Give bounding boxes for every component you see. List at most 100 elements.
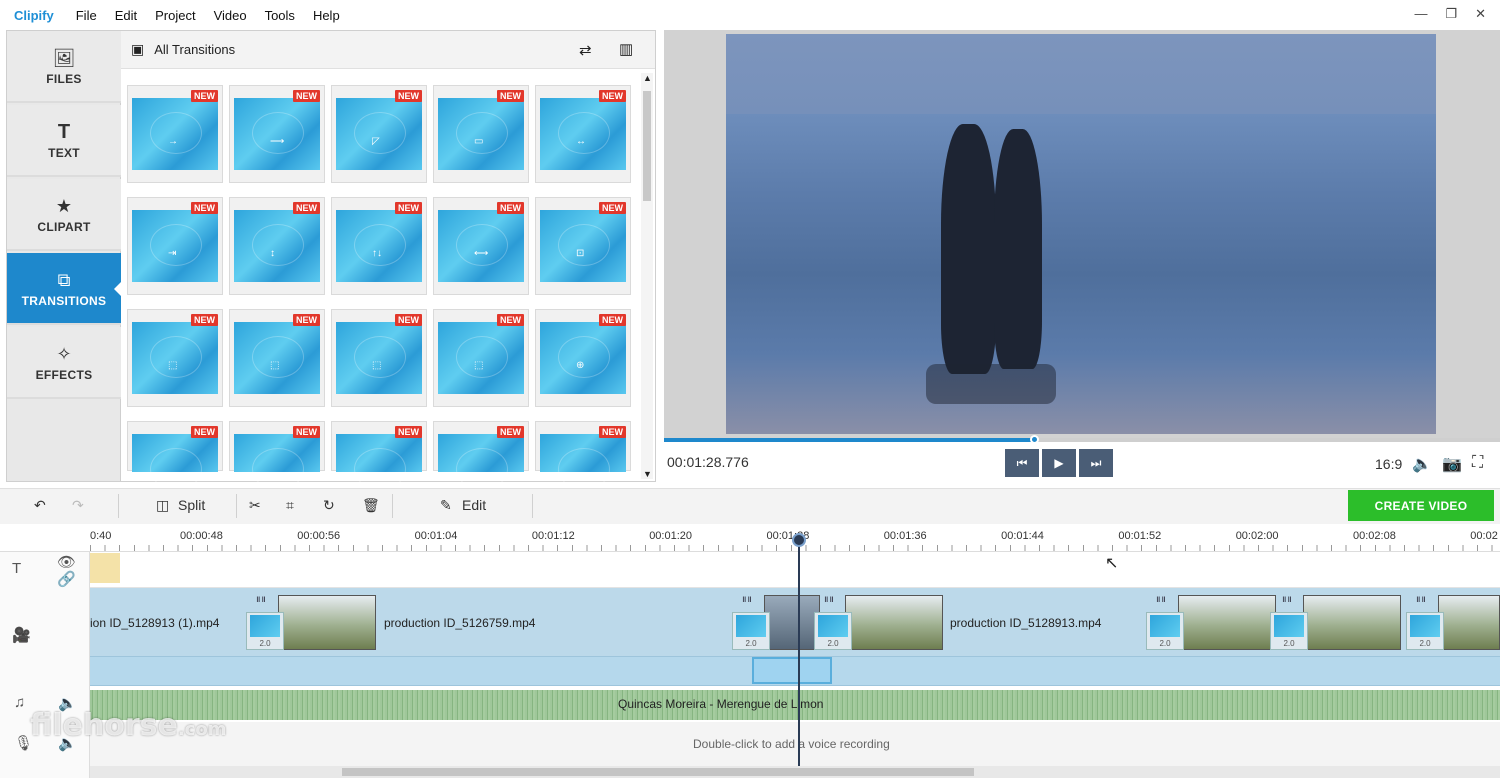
transition-marker[interactable]: 2.0 xyxy=(732,612,770,650)
rotate-icon[interactable]: ↻ xyxy=(323,497,335,514)
scroll-thumb[interactable] xyxy=(643,91,651,201)
next-button[interactable]: ⏭ xyxy=(1079,449,1113,477)
create-video-button[interactable]: CREATE VIDEO xyxy=(1348,490,1494,521)
scroll-down-icon[interactable]: ▼ xyxy=(643,469,652,479)
selected-transition-audio[interactable] xyxy=(752,657,832,684)
menu-help[interactable]: Help xyxy=(313,8,340,23)
playback-progress[interactable] xyxy=(664,435,1500,444)
edit-icon[interactable]: ✎ xyxy=(440,497,452,514)
nav-effects[interactable]: ✧ EFFECTS xyxy=(7,327,121,399)
timeline-scrollbar[interactable] xyxy=(90,766,1500,778)
clip-trim-handle[interactable]: ıı ıı xyxy=(742,594,752,605)
playhead-handle[interactable] xyxy=(792,533,806,547)
previous-button[interactable]: ⏮ xyxy=(1005,449,1039,477)
split-icon[interactable]: ◫ xyxy=(156,497,169,514)
transition-tile[interactable]: ⟷ NEW xyxy=(433,197,529,295)
transition-tile[interactable]: ↔ NEW xyxy=(229,421,325,490)
nav-clipart[interactable]: ★ CLIPART xyxy=(7,179,121,251)
transition-tile[interactable]: ⇥ NEW xyxy=(127,197,223,295)
minimize-button[interactable]: — xyxy=(1414,6,1427,22)
shuffle-icon[interactable]: ⇄ xyxy=(579,41,592,59)
music-track[interactable]: Quincas Moreira - Merengue de Limon xyxy=(90,690,1500,720)
transition-tile[interactable]: ↕ NEW xyxy=(229,197,325,295)
clip-thumbnail[interactable] xyxy=(1178,595,1276,650)
app-logo: Clipify xyxy=(14,7,54,23)
clip-thumbnail[interactable] xyxy=(278,595,376,650)
progress-knob[interactable] xyxy=(1030,435,1039,444)
play-button[interactable]: ▶ xyxy=(1042,449,1076,477)
transition-tile[interactable]: ↑↓ NEW xyxy=(331,197,427,295)
transition-tile[interactable]: ⊕ NEW xyxy=(535,309,631,407)
transition-marker[interactable]: 2.0 xyxy=(1270,612,1308,650)
nav-text[interactable]: T TEXT xyxy=(7,105,121,177)
transition-marker[interactable]: 2.0 xyxy=(1146,612,1184,650)
transition-preview: ↔ xyxy=(234,434,320,490)
timeline-scroll-thumb[interactable] xyxy=(342,768,974,776)
transition-tile[interactable]: ⇲ NEW xyxy=(331,421,427,490)
left-nav: 🖼 FILES T TEXT ★ CLIPART ⧉ TRANSITIONS ✧… xyxy=(6,30,122,482)
camera-icon[interactable]: 📷 xyxy=(1442,454,1462,474)
transition-tile[interactable]: ◸ NEW xyxy=(331,85,427,183)
clip-trim-handle[interactable]: ıı ıı xyxy=(256,594,266,605)
maximize-button[interactable]: ❐ xyxy=(1445,6,1457,22)
nav-transitions[interactable]: ⧉ TRANSITIONS xyxy=(7,253,122,325)
clip-trim-handle[interactable]: ıı ıı xyxy=(1282,594,1292,605)
volume-icon[interactable]: 🔈 xyxy=(1412,454,1432,474)
undo-icon[interactable]: ↶ xyxy=(34,497,46,514)
scissors-icon[interactable]: ✂ xyxy=(249,497,261,514)
transition-tile[interactable]: ⬚ NEW xyxy=(433,309,529,407)
nav-files[interactable]: 🖼 FILES xyxy=(7,31,121,103)
visibility-icon[interactable]: 👁 xyxy=(57,553,76,571)
transition-glyph-icon: ⊕ xyxy=(576,360,585,371)
transition-tile[interactable]: ⬚ NEW xyxy=(229,309,325,407)
clip-trim-handle[interactable]: ıı ıı xyxy=(1416,594,1426,605)
transition-tile[interactable]: ▭ NEW xyxy=(433,85,529,183)
link-icon[interactable]: 🔗 xyxy=(57,570,76,588)
clip-thumbnail[interactable] xyxy=(845,595,943,650)
split-button[interactable]: Split xyxy=(178,497,205,513)
transitions-icon: ⧉ xyxy=(57,270,71,290)
transition-tile[interactable]: ↔ NEW xyxy=(535,85,631,183)
transition-tile[interactable]: ⬚ NEW xyxy=(127,309,223,407)
clip-trim-handle[interactable]: ıı ıı xyxy=(1156,594,1166,605)
text-clip[interactable] xyxy=(90,553,120,583)
clip-thumbnail[interactable] xyxy=(1303,595,1401,650)
scroll-up-icon[interactable]: ▲ xyxy=(643,73,652,83)
preview-frame[interactable] xyxy=(726,34,1436,434)
menu-file[interactable]: File xyxy=(76,8,97,23)
transition-tile[interactable]: ↓ NEW xyxy=(433,421,529,490)
apply-all-icon[interactable]: ▥ xyxy=(619,40,633,58)
transition-tile[interactable]: → NEW xyxy=(127,85,223,183)
nav-files-label: FILES xyxy=(46,72,82,86)
ruler-tick-label: 00:01:20 xyxy=(649,530,693,542)
transition-tile[interactable]: ⟶ NEW xyxy=(229,85,325,183)
transition-tile[interactable]: ⇱ NEW xyxy=(535,421,631,490)
menu-edit[interactable]: Edit xyxy=(115,8,137,23)
crop-icon[interactable]: ⌗ xyxy=(286,497,294,514)
transition-tile[interactable]: ⬚ NEW xyxy=(331,309,427,407)
aspect-ratio[interactable]: 16:9 xyxy=(1375,456,1402,472)
redo-icon[interactable]: ↷ xyxy=(72,497,84,514)
clip-thumbnail[interactable] xyxy=(1438,595,1500,650)
close-button[interactable]: ✕ xyxy=(1475,6,1486,22)
transitions-category-title[interactable]: All Transitions xyxy=(154,42,235,57)
transitions-scrollbar[interactable]: ▲ ▼ xyxy=(641,73,653,479)
clip-trim-handle[interactable]: ıı ıı xyxy=(824,594,834,605)
menu-tools[interactable]: Tools xyxy=(265,8,295,23)
voice-track[interactable]: Double-click to add a voice recording xyxy=(90,722,1500,766)
transition-marker[interactable]: 2.0 xyxy=(1406,612,1444,650)
fullscreen-icon[interactable]: ⛶ xyxy=(1472,454,1483,472)
clip-thumbnail[interactable] xyxy=(764,595,820,650)
menu-project[interactable]: Project xyxy=(155,8,195,23)
edit-button[interactable]: Edit xyxy=(462,497,486,513)
delete-icon[interactable]: 🗑 xyxy=(362,497,380,514)
playhead[interactable] xyxy=(798,534,800,766)
transition-tile[interactable]: ↑ NEW xyxy=(127,421,223,490)
transition-marker[interactable]: 2.0 xyxy=(246,612,284,650)
transition-tile[interactable]: ⊡ NEW xyxy=(535,197,631,295)
text-track[interactable] xyxy=(90,552,1500,588)
play-icon: ▶ xyxy=(1054,456,1064,470)
menu-video[interactable]: Video xyxy=(214,8,247,23)
transition-marker[interactable]: 2.0 xyxy=(814,612,852,650)
image-icon: 🖼 xyxy=(52,48,76,68)
